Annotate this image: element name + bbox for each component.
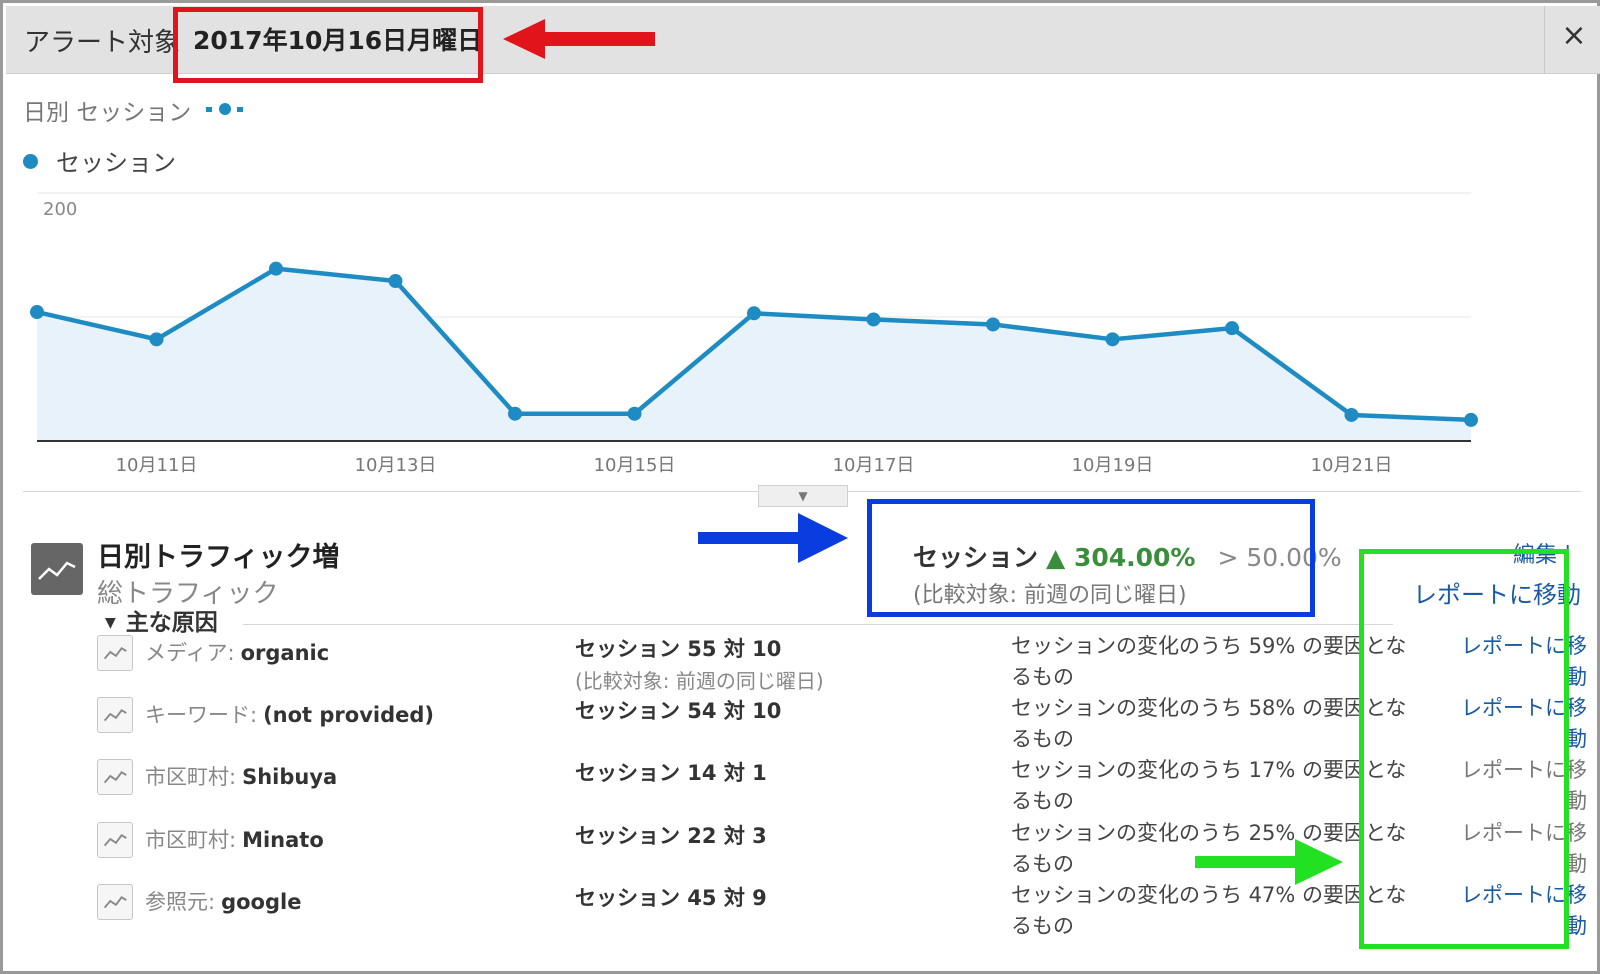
dimension-label: メディア: [145, 641, 235, 665]
mini-trend-icon[interactable] [97, 635, 133, 671]
header-separator [1544, 6, 1545, 74]
close-icon[interactable]: × [1556, 18, 1592, 54]
dimension-label: 参照元: [145, 890, 216, 914]
cause-row: キーワード: (not provided) セッション 54 対 10 セッションの変… [3, 693, 1600, 757]
dimension-value: (not provided) [263, 703, 435, 727]
x-tick-label: 10月11日 [116, 455, 198, 476]
x-tick-label: 10月19日 [1072, 455, 1154, 476]
dimension-label: 市区町村: [145, 828, 237, 852]
legend-label: セッション [56, 149, 176, 177]
cause-row: 参照元: google セッション 45 対 9 セッションの変化のうち 47% の要… [3, 880, 1600, 944]
dimension-value: Shibuya [242, 765, 338, 789]
cause-row: メディア: organic セッション 55 対 10 (比較対象: 前週の同じ曜日)… [3, 631, 1600, 695]
cause-report-link[interactable]: レポートに移動 [1447, 818, 1587, 880]
cause-comparison: (比較対象: 前週の同じ曜日) [575, 669, 824, 693]
cause-sessions: セッション 14 対 1 [575, 761, 767, 785]
x-tick-label: 10月17日 [833, 455, 915, 476]
cause-dimension: キーワード: (not provided) [145, 699, 434, 729]
causes-divider [243, 624, 1393, 625]
data-point [508, 406, 522, 421]
dimension-value: organic [240, 641, 330, 665]
mini-trend-icon[interactable] [97, 884, 133, 920]
alert-dialog: アラート対象 2017年10月16日月曜日 × 日別 セッション セッション 1… [0, 0, 1600, 974]
dimension-value: Minato [242, 828, 324, 852]
x-tick-label: 10月13日 [355, 455, 437, 476]
trend-chart-icon [31, 543, 83, 595]
cause-report-link[interactable]: レポートに移動 [1447, 631, 1587, 693]
data-point [1105, 332, 1120, 347]
cause-dimension: メディア: organic [145, 637, 329, 667]
alert-target-label: アラート対象 [24, 28, 181, 58]
dimension-value: google [221, 890, 302, 914]
cause-sessions: セッション 55 対 10 [575, 637, 782, 661]
chart-legend: セッション [23, 143, 176, 178]
cause-dimension: 市区町村: Minato [145, 824, 324, 854]
data-point [1344, 407, 1359, 422]
sessions-chart: 10020010月11日10月13日10月15日10月17日10月19日10月2… [30, 192, 1478, 476]
data-point [627, 406, 642, 421]
alert-name: 日別トラフィック増 [97, 542, 340, 573]
cause-share: セッションの変化のうち 58% の要因となるもの [1011, 696, 1407, 751]
alert-date: 2017年10月16日月曜日 [191, 21, 483, 57]
cause-share: セッションの変化のうち 59% の要因となるもの [1011, 634, 1407, 689]
cause-dimension: 市区町村: Shibuya [145, 761, 337, 791]
mini-trend-icon[interactable] [97, 697, 133, 733]
triangle-down-icon: ▼ [105, 615, 116, 631]
metric-change: ▲ 304.00% [1046, 543, 1196, 572]
cause-sessions: セッション 54 対 10 [575, 699, 782, 723]
cause-sessions: セッション 22 対 3 [575, 824, 767, 848]
cause-row: 市区町村: Minato セッション 22 対 3 セッションの変化のうち 25% の… [3, 818, 1600, 882]
cause-share: セッションの変化のうち 25% の要因となるもの [1011, 821, 1407, 876]
y-tick-label: 200 [43, 199, 77, 220]
data-point [747, 306, 761, 321]
report-link[interactable]: レポートに移動 [1413, 575, 1581, 610]
data-point [1225, 321, 1239, 336]
metric-comparison: (比較対象: 前週の同じ曜日) [913, 583, 1187, 608]
cause-report-link[interactable]: レポートに移動 [1447, 693, 1587, 755]
cause-share: セッションの変化のうち 17% の要因となるもの [1011, 758, 1407, 813]
chart-title: 日別 セッション [23, 100, 192, 126]
dimension-label: 市区町村: [145, 765, 237, 789]
data-point [388, 274, 403, 289]
data-point [269, 261, 283, 276]
data-point [1464, 412, 1478, 427]
series-area [37, 268, 1471, 441]
data-point [986, 317, 1000, 332]
mini-trend-icon[interactable] [97, 822, 133, 858]
data-point [149, 332, 164, 347]
x-tick-label: 10月21日 [1311, 455, 1393, 476]
cause-dimension: 参照元: google [145, 886, 301, 916]
cause-row: 市区町村: Shibuya セッション 14 対 1 セッションの変化のうち 17% … [3, 755, 1600, 819]
legend-dot-icon [23, 153, 38, 169]
mini-trend-icon[interactable] [97, 759, 133, 795]
metric-name: セッション [913, 543, 1039, 572]
collapse-handle[interactable]: ▼ [758, 485, 848, 507]
metric-summary: セッション ▲ 304.00% > 50.00% [913, 538, 1342, 574]
data-point [866, 312, 881, 327]
dimension-label: キーワード: [145, 703, 258, 727]
cause-sessions: セッション 45 対 9 [575, 886, 767, 910]
metric-threshold: > 50.00% [1217, 543, 1342, 572]
series-marker-icon [206, 103, 243, 115]
cause-share: セッションの変化のうち 47% の要因となるもの [1011, 883, 1407, 938]
cause-report-link[interactable]: レポートに移動 [1447, 755, 1587, 817]
data-point [30, 305, 44, 320]
x-tick-label: 10月15日 [594, 455, 676, 476]
dialog-header: アラート対象 2017年10月16日月曜日 × [6, 6, 1600, 74]
blue-arrow-icon [698, 513, 848, 563]
edit-link[interactable]: 編集 | [1513, 537, 1571, 569]
cause-report-link[interactable]: レポートに移動 [1447, 880, 1587, 942]
